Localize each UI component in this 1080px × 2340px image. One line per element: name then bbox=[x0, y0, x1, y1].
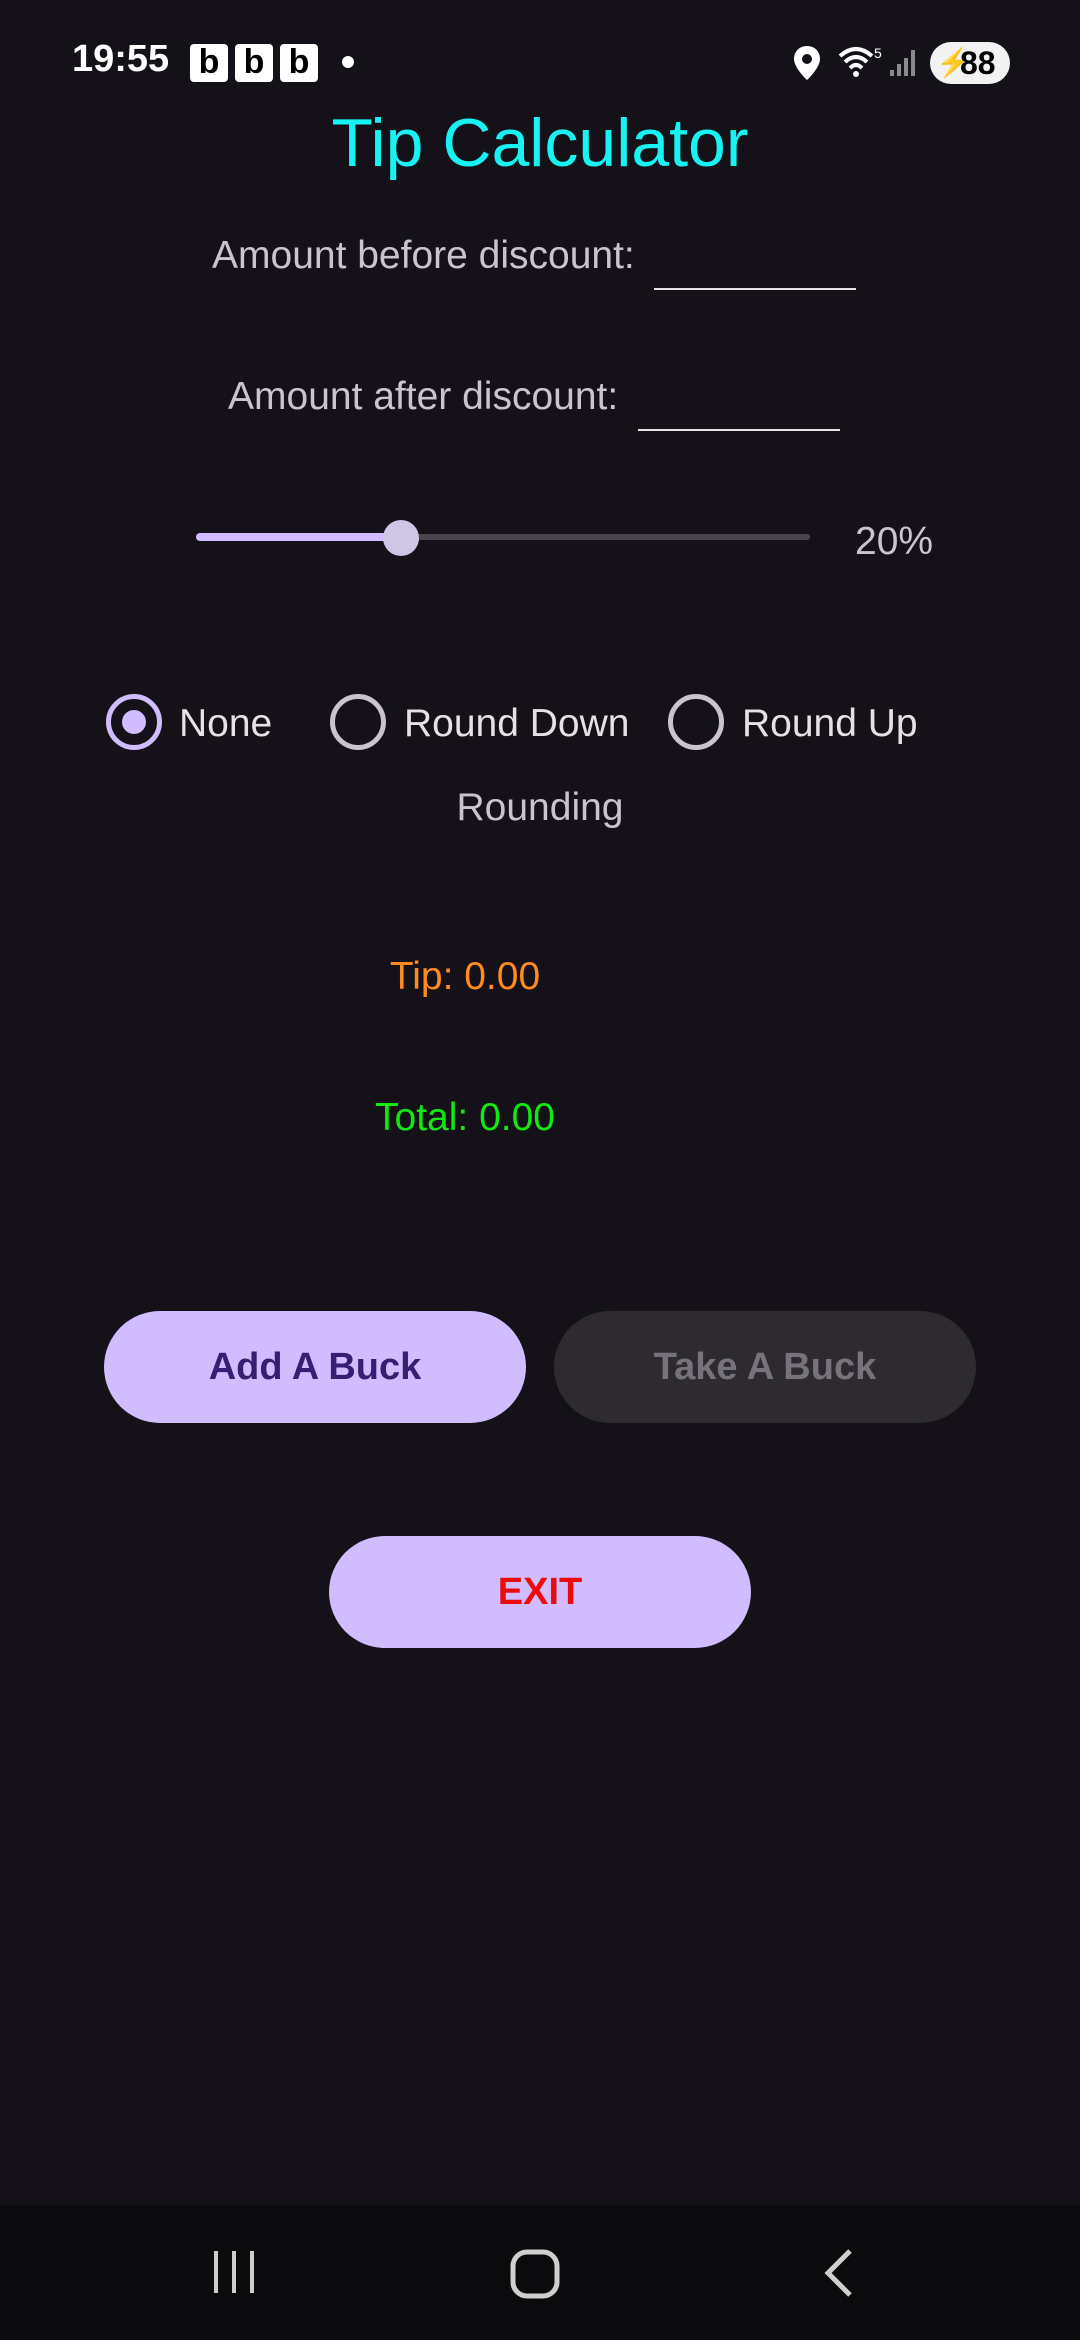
recent-apps-icon[interactable] bbox=[210, 2249, 258, 2295]
home-icon[interactable] bbox=[510, 2249, 562, 2299]
radio-label-round-up: Round Up bbox=[742, 702, 918, 745]
radio-label-round-down: Round Down bbox=[404, 702, 630, 745]
notification-badge: b bbox=[280, 44, 318, 82]
radio-none[interactable]: None bbox=[106, 694, 282, 752]
notification-badge: b bbox=[235, 44, 273, 82]
slider-thumb[interactable] bbox=[383, 520, 419, 556]
back-icon[interactable] bbox=[820, 2247, 856, 2299]
battery-level: 88 bbox=[960, 45, 996, 81]
exit-button[interactable]: EXIT bbox=[329, 1536, 751, 1648]
amount-before-label: Amount before discount: bbox=[212, 234, 635, 277]
add-a-buck-button[interactable]: Add A Buck bbox=[104, 1311, 526, 1423]
signal-icon bbox=[890, 50, 915, 76]
wifi-icon: 5 bbox=[838, 45, 882, 77]
radio-button-selected-icon bbox=[106, 694, 162, 750]
radio-round-down[interactable]: Round Down bbox=[330, 694, 640, 752]
page-title: Tip Calculator bbox=[331, 105, 749, 181]
radio-dot bbox=[122, 710, 146, 734]
amount-before-underline bbox=[654, 288, 856, 290]
rounding-label: Rounding bbox=[456, 786, 624, 829]
tip-amount: Tip: 0.00 bbox=[389, 955, 541, 998]
radio-label-none: None bbox=[179, 702, 273, 745]
radio-button-icon bbox=[330, 694, 386, 750]
amount-after-input[interactable] bbox=[638, 381, 840, 427]
location-icon bbox=[794, 46, 820, 80]
notification-badge: b bbox=[190, 44, 228, 82]
total-amount: Total: 0.00 bbox=[375, 1096, 555, 1139]
radio-button-icon bbox=[668, 694, 724, 750]
navigation-bar bbox=[0, 2205, 1080, 2340]
notification-dot-icon bbox=[342, 56, 354, 68]
amount-after-underline bbox=[638, 429, 840, 431]
status-time: 19:55 bbox=[72, 38, 170, 80]
tip-percent-value: 20% bbox=[855, 520, 934, 563]
take-a-buck-button[interactable]: Take A Buck bbox=[554, 1311, 976, 1423]
radio-round-up[interactable]: Round Up bbox=[668, 694, 928, 752]
amount-before-input[interactable] bbox=[654, 240, 856, 286]
wifi-generation-label: 5 bbox=[874, 45, 882, 61]
amount-after-label: Amount after discount: bbox=[228, 375, 619, 418]
slider-active-track bbox=[196, 533, 400, 541]
battery-indicator: ⚡ 88 bbox=[930, 42, 1010, 84]
